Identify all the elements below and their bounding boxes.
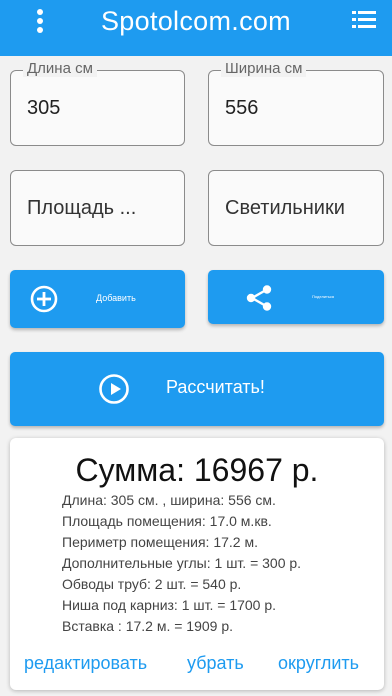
length-field[interactable]: Длина см 305 [10,60,185,146]
add-button-label: Добавить [96,293,136,303]
detail-line: Ниша под карниз: 1 шт. = 1700 р. [62,597,277,613]
calculate-button[interactable]: Рассчитать! [10,352,384,426]
detail-line: Обводы труб: 2 шт. = 540 р. [62,576,242,592]
width-label: Ширина см [221,60,307,77]
app-title: Spotolcom.com [101,6,291,36]
detail-line: Периметр помещения: 17.2 м. [62,534,258,550]
lights-field[interactable]: Светильники [208,170,384,246]
total-sum: Сумма: 16967 р. [75,452,319,488]
length-value: 305 [27,97,61,119]
detail-line: Площадь помещения: 17.0 м.кв. [62,513,272,529]
app-bar: Spotolcom.com [0,0,392,56]
detail-line: Вставка : 17.2 м. = 1909 р. [62,618,234,634]
lights-placeholder: Светильники [225,197,345,219]
round-link[interactable]: округлить [278,653,359,674]
detail-line: Дополнительные углы: 1 шт. = 300 р. [62,555,302,571]
play-circle-icon [99,374,129,404]
area-field[interactable]: Площадь ... [10,170,185,246]
remove-link[interactable]: убрать [187,653,244,674]
edit-link[interactable]: редактировать [24,653,147,674]
calculate-button-label: Рассчитать! [166,377,265,397]
detail-line: Длина: 305 см. , ширина: 556 см. [62,492,276,508]
share-icon [246,285,272,311]
area-placeholder: Площадь ... [27,197,137,219]
share-button-label: Поделиться [312,294,335,299]
list-icon[interactable] [352,10,376,30]
length-label: Длина см [23,60,97,77]
share-button[interactable]: Поделиться [208,270,384,324]
add-circle-icon [30,285,58,313]
add-button[interactable]: Добавить [10,270,185,328]
width-field[interactable]: Ширина см 556 [208,60,384,146]
result-card: Сумма: 16967 р. Длина: 305 см. , ширина:… [10,438,384,690]
width-value: 556 [225,97,259,119]
